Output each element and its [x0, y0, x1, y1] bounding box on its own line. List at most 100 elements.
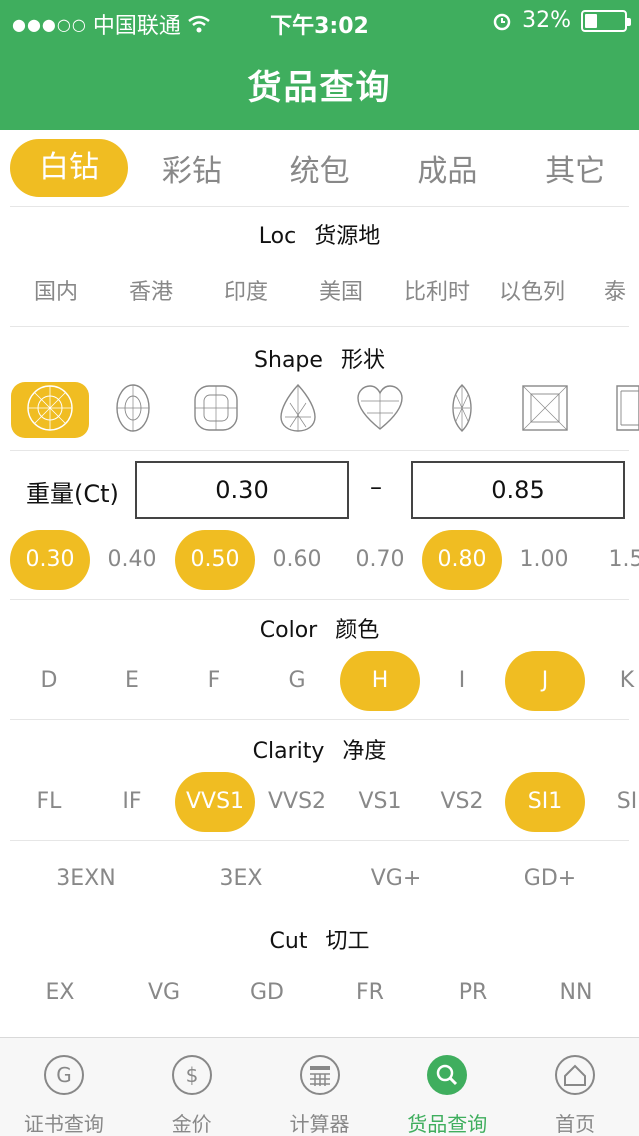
loc-option[interactable]: 以色列 — [487, 274, 577, 306]
home-icon — [554, 1054, 596, 1096]
weight-min-input[interactable]: 0.30 — [135, 461, 349, 519]
loc-option[interactable]: 香港 — [106, 274, 196, 306]
cut-option[interactable]: VG — [109, 980, 219, 1005]
grade-quick-options: 3EXN 3EX VG+ GD+ — [0, 862, 639, 898]
category-tab-1[interactable]: 彩钻 — [128, 146, 256, 190]
tab-bar-item[interactable]: 货品查询 — [383, 1038, 511, 1136]
grade-quick-option[interactable]: VG+ — [341, 866, 451, 891]
weight-label: 重量(Ct) — [26, 480, 119, 508]
weight-preset[interactable]: 0.30 — [10, 530, 90, 590]
certificate-icon: G — [43, 1054, 85, 1096]
divider — [10, 206, 629, 207]
page-title: 货品查询 — [247, 68, 392, 108]
weight-preset[interactable]: 0.50 — [175, 530, 255, 590]
clarity-option[interactable]: SI1 — [505, 772, 585, 832]
pear-icon — [273, 383, 323, 437]
grade-quick-option[interactable]: GD+ — [495, 866, 605, 891]
marquise-icon — [437, 383, 487, 437]
shape-option[interactable] — [506, 382, 584, 438]
category-tab-0[interactable]: 白钻 — [10, 139, 128, 197]
color-option[interactable]: H — [340, 651, 420, 711]
divider — [10, 326, 629, 327]
grade-quick-option[interactable]: 3EX — [186, 866, 296, 891]
cut-title-en: Cut — [269, 929, 308, 954]
cut-option[interactable]: PR — [418, 980, 528, 1005]
color-title: Color 颜色 — [0, 612, 639, 644]
bottom-tab-bar: G 证书查询 $ 金价 计算器 货品查询 首页 — [0, 1037, 639, 1136]
tab-bar-item[interactable]: 首页 — [511, 1038, 639, 1136]
tab-bar-label: 计算器 — [289, 1112, 350, 1136]
loc-option[interactable]: 泰 — [570, 274, 639, 306]
alarm-icon — [493, 13, 511, 30]
shape-option[interactable] — [11, 382, 89, 438]
color-options: DEFGHIJK — [0, 651, 639, 713]
divider — [10, 719, 629, 720]
cut-option[interactable]: FR — [315, 980, 425, 1005]
loc-title: Loc 货源地 — [0, 218, 639, 250]
app-header: ●●●○○ 中国联通 下午3:02 32% 货品查询 — [0, 0, 639, 130]
weight-max-input[interactable]: 0.85 — [411, 461, 625, 519]
clarity-option[interactable]: VS2 — [422, 772, 502, 832]
weight-preset[interactable]: 0.80 — [422, 530, 502, 590]
cut-title: Cut 切工 — [0, 923, 639, 955]
color-option[interactable]: J — [505, 651, 585, 711]
status-right: 32% — [492, 8, 631, 33]
cut-option[interactable]: EX — [5, 980, 115, 1005]
loc-option[interactable]: 国内 — [11, 274, 101, 306]
color-option[interactable]: F — [174, 651, 254, 711]
category-tabs: 白钻 彩钻 统包 成品 其它 — [0, 130, 639, 206]
clarity-option[interactable]: SI — [587, 772, 639, 832]
shape-option[interactable] — [341, 382, 419, 438]
color-option[interactable]: D — [9, 651, 89, 711]
calculator-icon — [299, 1054, 341, 1096]
tab-bar-item[interactable]: $ 金价 — [128, 1038, 256, 1136]
cut-option[interactable]: NN — [521, 980, 631, 1005]
color-title-en: Color — [259, 618, 318, 643]
clarity-option[interactable]: FL — [9, 772, 89, 832]
shape-title: Shape 形状 — [0, 342, 639, 374]
shape-option[interactable] — [423, 382, 501, 438]
svg-text:G: G — [56, 1063, 72, 1087]
clarity-option[interactable]: VVS1 — [175, 772, 255, 832]
loc-option[interactable]: 印度 — [201, 274, 291, 306]
clarity-option[interactable]: IF — [92, 772, 172, 832]
loc-option[interactable]: 美国 — [296, 274, 386, 306]
divider — [10, 599, 629, 600]
tab-bar-label: 货品查询 — [407, 1112, 488, 1136]
clarity-options: FL IF VVS1 VVS2 VS1 VS2 SI1 SI — [0, 772, 639, 834]
shape-option[interactable] — [177, 382, 255, 438]
tab-bar-label: 证书查询 — [23, 1112, 104, 1136]
weight-preset[interactable]: 1.5 — [586, 530, 639, 590]
clarity-option[interactable]: VS1 — [340, 772, 420, 832]
cut-option[interactable]: GD — [212, 980, 322, 1005]
clarity-title-en: Clarity — [252, 739, 325, 764]
battery-percent: 32% — [522, 8, 571, 33]
weight-preset[interactable]: 0.40 — [92, 530, 172, 590]
loc-title-en: Loc — [258, 224, 297, 249]
shape-option[interactable] — [94, 382, 172, 438]
grade-quick-option[interactable]: 3EXN — [31, 866, 141, 891]
category-tab-4[interactable]: 其它 — [511, 146, 639, 190]
weight-preset[interactable]: 1.00 — [504, 530, 584, 590]
shape-option[interactable] — [259, 382, 337, 438]
cut-title-cn: 切工 — [325, 929, 370, 954]
category-tab-3[interactable]: 成品 — [384, 146, 512, 190]
shape-option[interactable] — [589, 382, 639, 438]
color-option[interactable]: E — [92, 651, 172, 711]
shape-title-en: Shape — [254, 348, 323, 373]
color-option[interactable]: G — [257, 651, 337, 711]
status-bar: ●●●○○ 中国联通 下午3:02 32% — [0, 0, 639, 42]
shape-options — [0, 381, 639, 441]
weight-preset[interactable]: 0.70 — [340, 530, 420, 590]
loc-option[interactable]: 比利时 — [392, 274, 482, 306]
clarity-option[interactable]: VVS2 — [257, 772, 337, 832]
tab-bar-item[interactable]: G 证书查询 — [0, 1038, 128, 1136]
category-tab-2[interactable]: 统包 — [256, 146, 384, 190]
color-option[interactable]: I — [422, 651, 502, 711]
weight-preset[interactable]: 0.60 — [257, 530, 337, 590]
color-option[interactable]: K — [587, 651, 639, 711]
tab-bar-label: 金价 — [171, 1112, 212, 1136]
tab-bar-item[interactable]: 计算器 — [256, 1038, 384, 1136]
clarity-title: Clarity 净度 — [0, 733, 639, 765]
battery-icon — [581, 9, 631, 32]
